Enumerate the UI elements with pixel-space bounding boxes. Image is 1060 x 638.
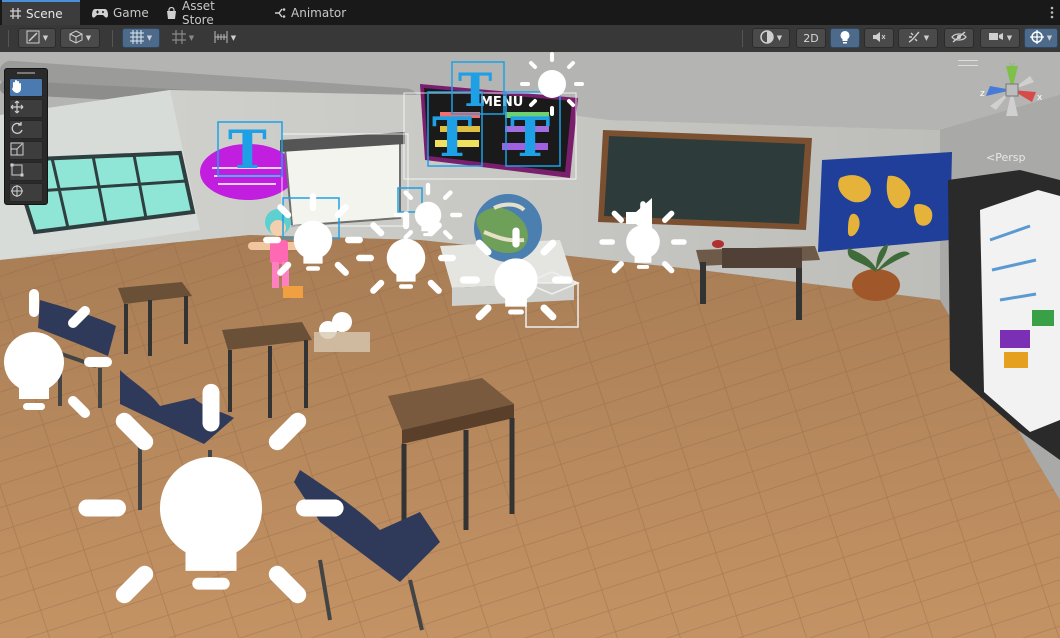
drag-handle[interactable] <box>17 72 35 74</box>
hidden-visibility-toggle[interactable] <box>944 28 974 48</box>
shading-icon <box>69 29 83 47</box>
hand-tool-button[interactable] <box>9 78 43 97</box>
effects-dropdown[interactable]: ▼ <box>898 28 938 48</box>
chevron-down-icon: ▼ <box>1006 34 1013 42</box>
draw-mode-dropdown[interactable]: ▼ <box>18 28 56 48</box>
tab-game-label: Game <box>113 5 149 20</box>
transform-tool-button[interactable] <box>9 183 43 202</box>
classroom-scene: MENU T T T T <box>0 52 1060 638</box>
chevron-down-icon: ▼ <box>42 34 49 42</box>
view-tab-bar: Scene Game Asset Store Animator <box>0 0 1060 27</box>
gizmos-dropdown[interactable]: ▼ <box>1024 28 1058 48</box>
audio-icon <box>872 31 886 46</box>
lighting-toggle-button[interactable] <box>830 28 860 48</box>
tab-game[interactable]: Game <box>84 0 154 25</box>
gizmo-z-label: z <box>980 89 985 99</box>
gizmo-center-cube[interactable] <box>1005 83 1019 97</box>
gizmo-x-label: x <box>1037 93 1043 103</box>
tab-animator[interactable]: Animator <box>266 0 352 25</box>
chevron-down-icon: ▼ <box>776 34 783 42</box>
chevron-down-icon: ▼ <box>146 34 153 42</box>
effects-icon <box>907 30 921 47</box>
increment-snap-icon <box>214 30 228 46</box>
gamepad-icon <box>92 8 108 18</box>
chevron-down-icon: ▼ <box>85 34 92 42</box>
chevron-down-icon: ▼ <box>1046 34 1053 42</box>
move-tool-button[interactable] <box>9 99 43 118</box>
svg-text:T: T <box>432 105 472 169</box>
toolbar-separator <box>742 30 743 47</box>
2d-toggle-button[interactable]: 2D <box>796 28 826 48</box>
grid-snap-dropdown[interactable]: ▼ <box>164 28 202 48</box>
hidden-visibility-icon <box>951 30 967 46</box>
render-mode-dropdown[interactable]: ▼ <box>752 28 790 48</box>
render-mode-icon <box>760 29 774 47</box>
svg-text:T: T <box>228 120 267 181</box>
tab-asset-store[interactable]: Asset Store <box>158 0 258 27</box>
shopping-bag-icon <box>166 6 177 19</box>
snap-dropdown[interactable]: ▼ <box>122 28 160 48</box>
more-options-icon[interactable] <box>1050 5 1054 20</box>
world-map-poster <box>818 152 952 252</box>
rect-tool-button[interactable] <box>9 162 43 181</box>
chevron-left-icon: < <box>986 151 996 164</box>
toolbar-separator <box>8 30 9 47</box>
lighting-icon <box>839 30 851 47</box>
orientation-gizmo[interactable]: y z x <box>976 62 1046 142</box>
draw-mode-icon <box>26 30 40 47</box>
gizmo-y-label: y <box>1009 62 1015 71</box>
chevron-down-icon: ▼ <box>230 34 237 42</box>
chevron-down-icon: ▼ <box>188 34 195 42</box>
grid-snap-icon <box>171 29 186 47</box>
camera-dropdown[interactable]: ▼ <box>980 28 1020 48</box>
overlay-drag-handle[interactable] <box>958 60 978 66</box>
rotate-tool-button[interactable] <box>9 120 43 139</box>
tab-scene-label: Scene <box>26 6 63 21</box>
animator-icon <box>274 7 286 18</box>
camera-icon <box>988 31 1004 45</box>
projection-label: Persp <box>995 151 1026 164</box>
grid-icon <box>10 8 21 19</box>
tab-animator-label: Animator <box>291 5 347 20</box>
shading-dropdown[interactable]: ▼ <box>60 28 100 48</box>
increment-snap-dropdown[interactable]: ▼ <box>206 28 244 48</box>
toolbar-separator <box>112 30 113 47</box>
audio-toggle-button[interactable] <box>864 28 894 48</box>
snap-icon <box>129 29 144 47</box>
scene-tools-panel <box>4 68 48 205</box>
projection-toggle[interactable]: <Persp <box>986 151 1025 164</box>
chevron-down-icon: ▼ <box>923 34 930 42</box>
scale-tool-button[interactable] <box>9 141 43 160</box>
tab-scene[interactable]: Scene <box>2 0 80 25</box>
scene-toolbar: ▼ ▼ ▼ ▼ ▼ ▼ 2D ▼ ▼ ▼ <box>0 25 1060 53</box>
scene-viewport[interactable]: MENU T T T T y z x <Persp <box>0 52 1060 638</box>
gizmos-icon <box>1029 29 1044 47</box>
svg-text:T: T <box>510 105 550 169</box>
2d-toggle-label: 2D <box>803 31 819 45</box>
tab-asset-store-label: Asset Store <box>182 0 215 27</box>
